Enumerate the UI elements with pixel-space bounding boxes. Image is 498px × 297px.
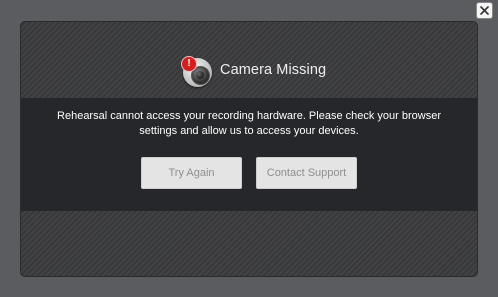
message-line-2: settings and allow us to access your dev… <box>139 125 359 137</box>
dialog-header: ! Camera Missing <box>21 22 477 98</box>
camera-alert-icon: ! <box>181 56 215 88</box>
try-again-button[interactable]: Try Again <box>141 157 242 189</box>
alert-badge-icon: ! <box>181 56 197 72</box>
message-line-1: Rehearsal cannot access your recording h… <box>57 110 441 122</box>
camera-missing-dialog: ! Camera Missing Rehearsal cannot access… <box>20 21 478 277</box>
close-button[interactable] <box>476 2 493 19</box>
dialog-message: Rehearsal cannot access your recording h… <box>21 109 477 139</box>
contact-support-button[interactable]: Contact Support <box>256 157 357 189</box>
dialog-title: Camera Missing <box>220 62 327 78</box>
message-band: Rehearsal cannot access your recording h… <box>21 98 477 211</box>
close-icon <box>480 6 489 15</box>
